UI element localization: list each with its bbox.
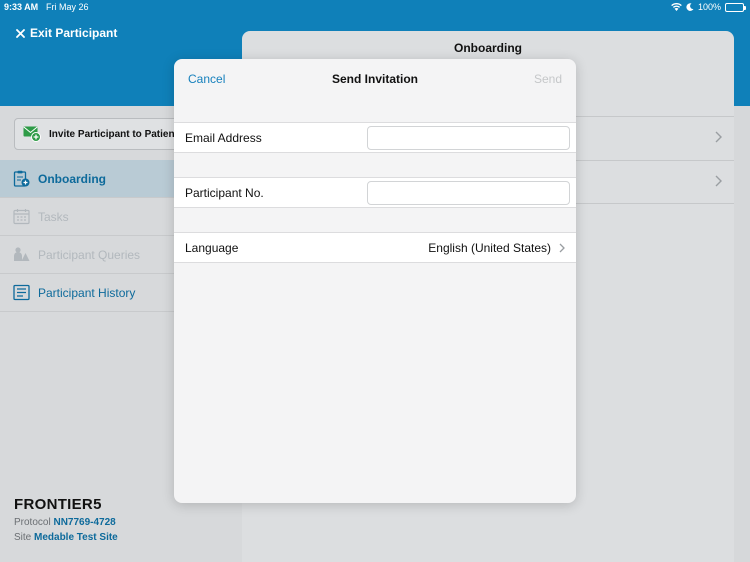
protocol-row: Protocol NN7769-4728 <box>14 517 118 528</box>
calendar-icon <box>13 209 30 225</box>
modal-header: Cancel Send Invitation Send <box>174 59 576 99</box>
sidebar-item-label: Onboarding <box>38 171 106 186</box>
language-value: English (United States) <box>428 241 551 255</box>
protocol-label: Protocol <box>14 517 51 528</box>
envelope-plus-icon <box>23 126 41 142</box>
exit-participant-button[interactable]: Exit Participant <box>16 26 117 40</box>
clipboard-plus-icon <box>13 170 30 187</box>
status-right: 100% <box>671 2 746 12</box>
sidebar-item-label: Tasks <box>38 209 69 224</box>
close-icon <box>16 28 25 38</box>
modal-title: Send Invitation <box>331 72 418 86</box>
sidebar-item-label: Participant Queries <box>38 247 141 262</box>
email-label: Email Address <box>185 131 262 145</box>
invite-participant-label: Invite Participant to Patien <box>49 128 175 140</box>
study-info: FRONTIER5 Protocol NN7769-4728 Site Meda… <box>14 496 118 543</box>
chevron-right-icon <box>715 131 722 143</box>
status-date: Fri May 26 <box>46 2 89 12</box>
participant-row: Participant No. <box>174 177 576 208</box>
send-button[interactable]: Send <box>534 72 562 86</box>
moon-icon <box>686 3 694 11</box>
wifi-icon <box>671 3 682 11</box>
status-time: 9:33 AM <box>4 2 39 12</box>
site-value: Medable Test Site <box>34 532 118 543</box>
exit-participant-label: Exit Participant <box>30 26 118 40</box>
protocol-value: NN7769-4728 <box>53 517 116 528</box>
history-list-icon <box>13 284 30 301</box>
language-row[interactable]: Language English (United States) <box>174 232 576 263</box>
sidebar-item-label: Participant History <box>38 285 136 300</box>
participant-number-field[interactable] <box>367 181 570 205</box>
site-label: Site <box>14 532 32 543</box>
site-row: Site Medable Test Site <box>14 532 118 543</box>
language-label: Language <box>185 241 239 255</box>
panel-title: Onboarding <box>454 41 522 55</box>
email-row: Email Address <box>174 122 576 153</box>
people-queries-icon <box>14 247 30 261</box>
chevron-right-icon <box>715 175 722 187</box>
participant-label: Participant No. <box>185 186 264 200</box>
chevron-right-icon <box>559 243 565 253</box>
status-bar: 9:33 AM Fri May 26 100% <box>0 0 750 14</box>
battery-percent: 100% <box>697 2 721 12</box>
send-invitation-modal: Cancel Send Invitation Send Email Addres… <box>174 59 576 503</box>
study-name: FRONTIER5 <box>14 496 102 513</box>
email-field[interactable] <box>367 126 570 150</box>
battery-icon <box>725 2 746 12</box>
